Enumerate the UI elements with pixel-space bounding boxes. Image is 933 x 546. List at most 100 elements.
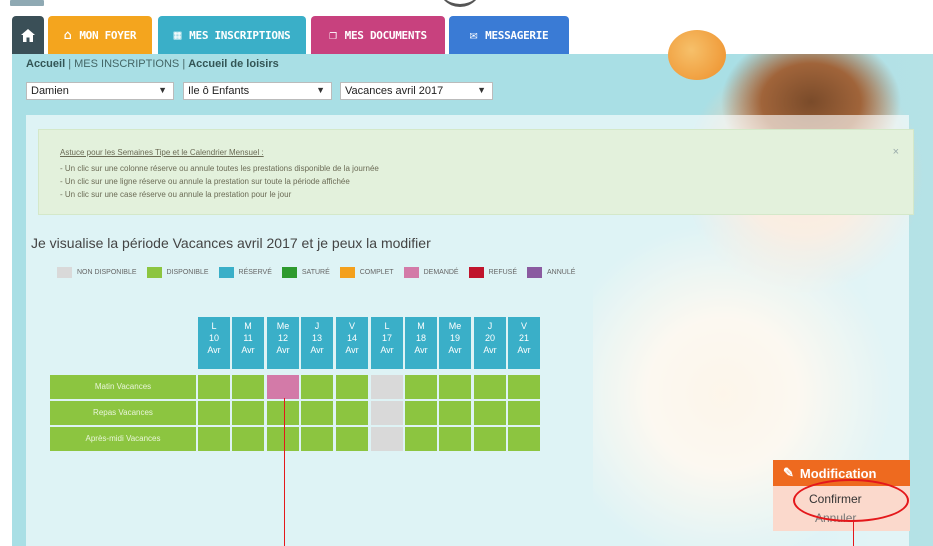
calendar-cell — [371, 375, 403, 399]
annotation-line — [853, 522, 854, 546]
row-label[interactable]: Matin Vacances — [50, 375, 196, 399]
day-header-text: 17 — [381, 333, 392, 343]
calendar-cell[interactable] — [336, 401, 368, 425]
day-header-text: Avr — [310, 345, 324, 355]
tab-messagerie[interactable]: ✉ MESSAGERIE — [449, 16, 569, 54]
calendar-cell[interactable] — [232, 401, 264, 425]
tab-label: MON FOYER — [79, 28, 137, 42]
calendar-cell[interactable] — [405, 427, 437, 451]
day-column-header[interactable]: J 20 Avr — [474, 317, 506, 369]
day-header-text: Avr — [448, 345, 462, 355]
calendar-cell[interactable] — [267, 375, 299, 399]
day-header-text: M — [244, 321, 252, 331]
legend-label: COMPLET — [359, 268, 394, 276]
calendar-cell[interactable] — [198, 427, 230, 451]
day-column-header[interactable]: L 10 Avr — [198, 317, 230, 369]
tab-mes-inscriptions[interactable]: ▦ MES INSCRIPTIONS — [158, 16, 306, 54]
day-header-text: Avr — [276, 345, 290, 355]
day-header-text: Me — [276, 321, 290, 331]
legend-label: DEMANDÉ — [423, 268, 459, 276]
calendar-cell[interactable] — [474, 427, 506, 451]
calendar-cell[interactable] — [232, 427, 264, 451]
legend-swatch — [281, 266, 297, 278]
calendar-cell[interactable] — [439, 427, 471, 451]
day-header-text: V — [520, 321, 527, 331]
legend-item: COMPLET — [339, 266, 394, 278]
site-select[interactable]: Ile ô Enfants ▼ — [183, 82, 332, 100]
legend-swatch — [527, 266, 543, 278]
calendar-icon: ▦ — [173, 27, 182, 43]
legend-label: DISPONIBLE — [166, 268, 209, 276]
calendar-cell[interactable] — [336, 427, 368, 451]
calendar-cell[interactable] — [508, 401, 540, 425]
legend-item: REFUSÉ — [468, 266, 518, 278]
home-icon — [21, 28, 35, 42]
chevron-down-icon: ▼ — [477, 85, 486, 95]
day-column-header[interactable]: V 14 Avr — [336, 317, 368, 369]
day-header-text: Avr — [414, 345, 428, 355]
chevron-down-icon: ▼ — [158, 85, 167, 95]
calendar-cell[interactable] — [474, 401, 506, 425]
logo — [10, 0, 44, 6]
day-header-text: V — [348, 321, 355, 331]
day-column-header[interactable]: L 17 Avr — [371, 317, 403, 369]
calendar-cell[interactable] — [198, 401, 230, 425]
tab-mes-documents[interactable]: ❐ MES DOCUMENTS — [311, 16, 445, 54]
house-icon: ⌂ — [63, 27, 72, 43]
home-tab[interactable] — [12, 16, 44, 54]
calendar-cell[interactable] — [474, 375, 506, 399]
day-header-text: 18 — [415, 333, 426, 343]
day-header-text: Me — [448, 321, 462, 331]
calendar-cell[interactable] — [301, 375, 333, 399]
calendar-cell[interactable] — [508, 375, 540, 399]
period-select[interactable]: Vacances avril 2017 ▼ — [340, 82, 493, 100]
tab-mon-foyer[interactable]: ⌂ MON FOYER — [48, 16, 152, 54]
day-header-text: Avr — [207, 345, 221, 355]
legend: NON DISPONIBLE DISPONIBLE RÉSERVÉ SATURÉ… — [57, 265, 585, 279]
legend-item: NON DISPONIBLE — [57, 266, 137, 278]
calendar-cell[interactable] — [336, 375, 368, 399]
day-column-header[interactable]: Me 19 Avr — [439, 317, 471, 369]
legend-label: ANNULÉ — [547, 268, 576, 276]
day-header-text: 11 — [243, 333, 253, 343]
calendar-cell[interactable] — [267, 401, 299, 425]
breadcrumb-home[interactable]: Accueil — [26, 58, 65, 70]
breadcrumb-separator: | — [68, 58, 72, 70]
day-header-text: 14 — [346, 333, 357, 343]
calendar-cell[interactable] — [439, 375, 471, 399]
tip-line: - Un clic sur une case réserve ou annule… — [60, 190, 292, 199]
legend-label: REFUSÉ — [488, 268, 518, 276]
calendar-cell[interactable] — [301, 427, 333, 451]
close-icon[interactable]: × — [893, 146, 899, 158]
day-header-text: 10 — [208, 333, 219, 343]
calendar-cell[interactable] — [405, 375, 437, 399]
calendar-cell[interactable] — [405, 401, 437, 425]
day-header-text: Avr — [345, 345, 359, 355]
row-label[interactable]: Après-midi Vacances — [50, 427, 196, 451]
row-label[interactable]: Repas Vacances — [50, 401, 196, 425]
day-header-text: 21 — [518, 333, 529, 343]
day-column-header[interactable]: V 21 Avr — [508, 317, 540, 369]
calendar-cell[interactable] — [508, 427, 540, 451]
day-header-text: Avr — [517, 345, 531, 355]
page-heading: Je visualise la période Vacances avril 2… — [31, 235, 431, 251]
legend-swatch — [146, 266, 162, 278]
day-header-text: Avr — [483, 345, 497, 355]
day-header-text: 19 — [449, 333, 460, 343]
day-header-text: J — [314, 321, 320, 331]
day-column-header[interactable]: M 18 Avr — [405, 317, 437, 369]
day-column-header[interactable]: Me 12 Avr — [267, 317, 299, 369]
legend-swatch — [339, 266, 355, 278]
day-column-header[interactable]: M 11 Avr — [232, 317, 264, 369]
day-column-header[interactable]: J 13 Avr — [301, 317, 333, 369]
breadcrumb-section[interactable]: MES INSCRIPTIONS — [74, 58, 179, 70]
envelope-icon: ✉ — [469, 27, 478, 43]
calendar-cell[interactable] — [232, 375, 264, 399]
calendar-cell[interactable] — [301, 401, 333, 425]
site-select-value: Ile ô Enfants — [188, 85, 250, 97]
calendar-cell[interactable] — [267, 427, 299, 451]
calendar-cell[interactable] — [439, 401, 471, 425]
day-header-text: Avr — [241, 345, 255, 355]
calendar-cell[interactable] — [198, 375, 230, 399]
child-select[interactable]: Damien ▼ — [26, 82, 174, 100]
